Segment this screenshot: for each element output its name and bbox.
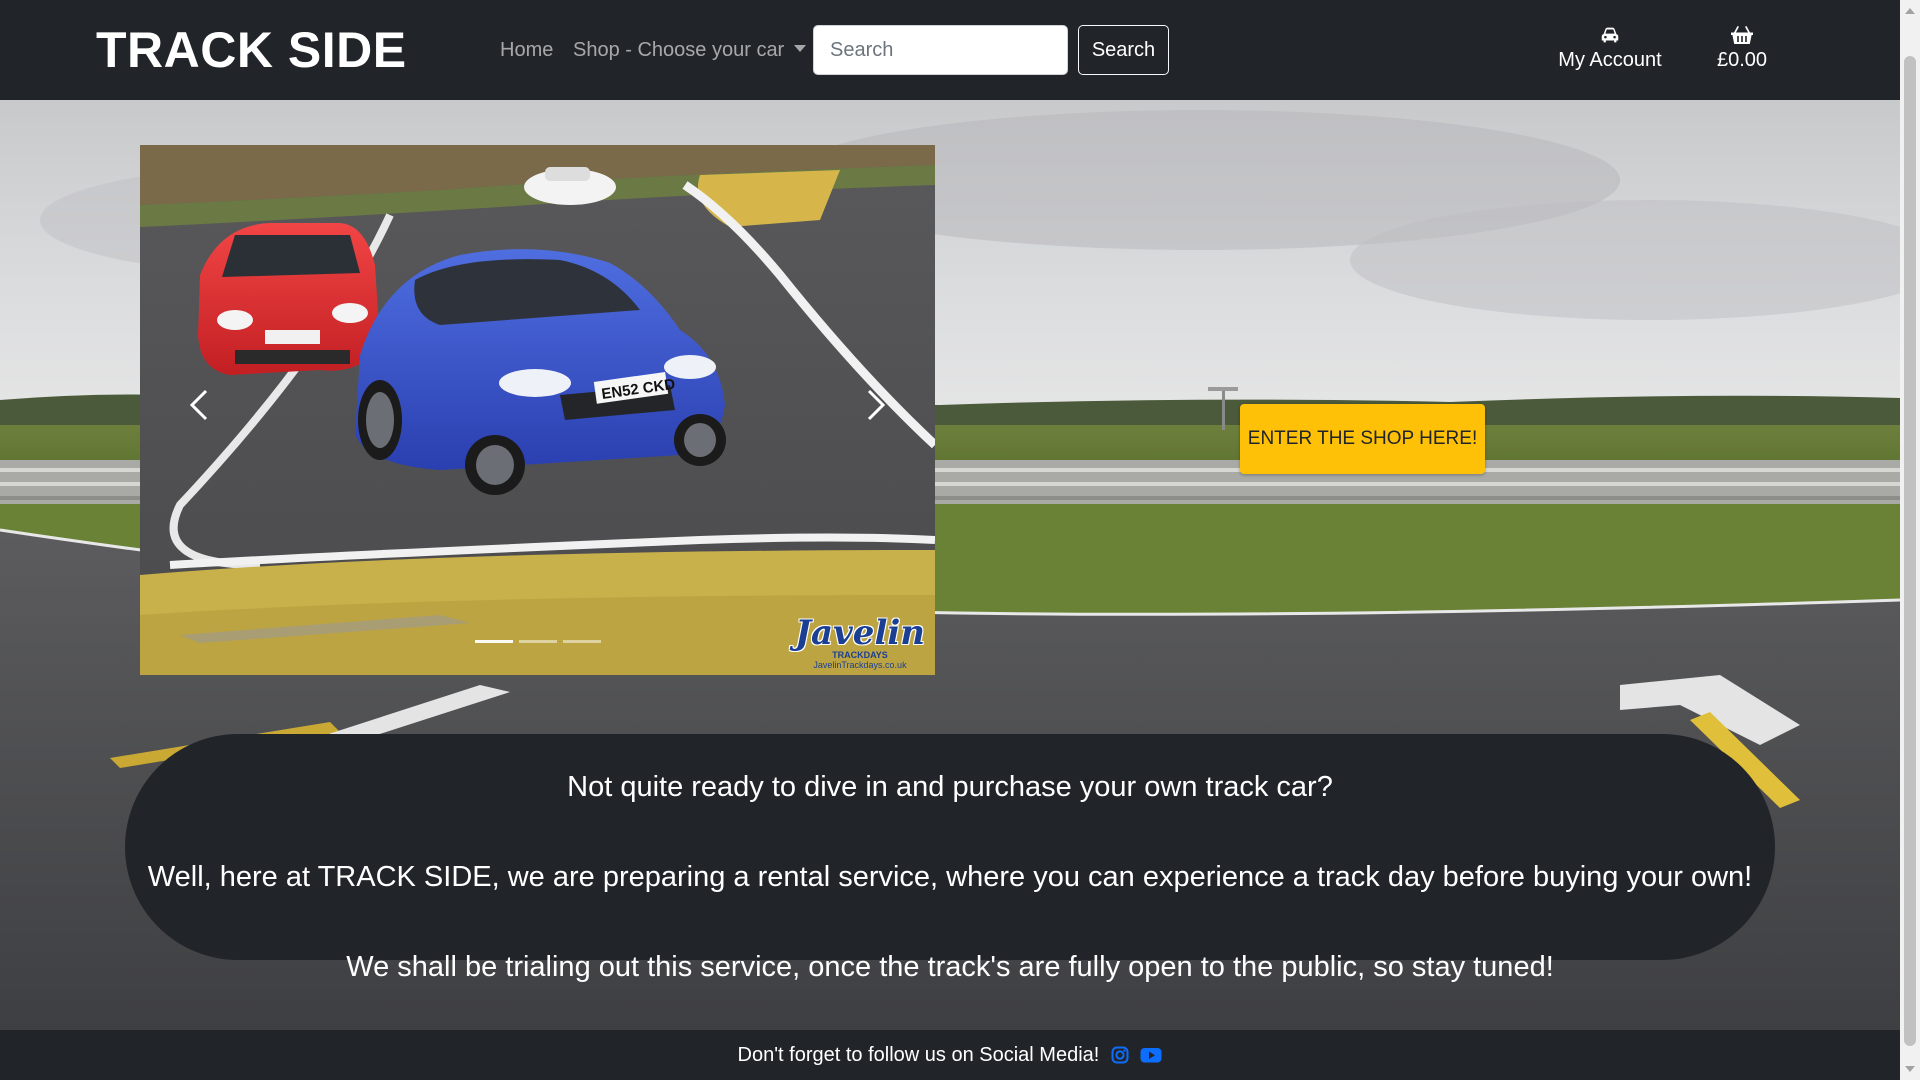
car-icon	[1601, 27, 1619, 43]
basket-icon	[1731, 26, 1753, 44]
carousel-indicator-2[interactable]	[518, 640, 557, 643]
shopping-basket[interactable]: £0.00	[1712, 24, 1772, 73]
carousel-prev-icon[interactable]	[180, 385, 220, 425]
navbar: TRACK SIDE Home Shop - Choose your car S…	[0, 0, 1900, 100]
car-image-carousel[interactable]: EN52 CKD Javelin TRACKDAYS JavelinTrackd…	[140, 145, 935, 675]
footer: Don't forget to follow us on Social Medi…	[0, 1030, 1900, 1080]
search-input[interactable]	[813, 25, 1068, 75]
info-line-1: Not quite ready to dive in and purchase …	[567, 771, 1333, 803]
basket-total: £0.00	[1716, 49, 1768, 71]
search-button[interactable]: Search	[1078, 25, 1169, 75]
scroll-thumb[interactable]	[1904, 56, 1916, 1046]
carousel-next-icon[interactable]	[855, 385, 895, 425]
nav-shop-label: Shop - Choose your car	[573, 39, 785, 61]
watermark-logo: Javelin	[794, 613, 925, 653]
rental-info-panel: Not quite ready to dive in and purchase …	[125, 734, 1775, 983]
scroll-up-icon[interactable]	[1905, 8, 1915, 14]
hero-section: EN52 CKD Javelin TRACKDAYS JavelinTrackd…	[0, 100, 1900, 1030]
instagram-icon[interactable]	[1111, 1046, 1129, 1064]
enter-shop-button[interactable]: ENTER THE SHOP HERE!	[1240, 404, 1485, 474]
youtube-icon[interactable]	[1140, 1046, 1162, 1064]
nav-home-link[interactable]: Home	[500, 36, 553, 64]
info-line-3: We shall be trialing out this service, o…	[346, 951, 1554, 983]
nav-shop-dropdown[interactable]: Shop - Choose your car	[573, 36, 807, 64]
watermark-url: JavelinTrackdays.co.uk	[813, 660, 907, 670]
page-scrollbar[interactable]	[1900, 0, 1920, 1080]
carousel-indicator-1[interactable]	[474, 640, 513, 643]
footer-text: Don't forget to follow us on Social Medi…	[737, 1044, 1100, 1066]
my-account-menu[interactable]: My Account	[1552, 24, 1668, 73]
info-line-2: Well, here at TRACK SIDE, we are prepari…	[147, 861, 1753, 893]
scroll-down-icon[interactable]	[1905, 1066, 1915, 1072]
brand-logo[interactable]: TRACK SIDE	[96, 22, 407, 78]
javelin-watermark: Javelin TRACKDAYS JavelinTrackdays.co.uk	[795, 616, 925, 670]
track-day-cars-photo: EN52 CKD	[140, 145, 935, 675]
carousel-indicator-3[interactable]	[562, 640, 601, 643]
chevron-down-icon	[794, 45, 807, 52]
my-account-label: My Account	[1558, 49, 1662, 71]
